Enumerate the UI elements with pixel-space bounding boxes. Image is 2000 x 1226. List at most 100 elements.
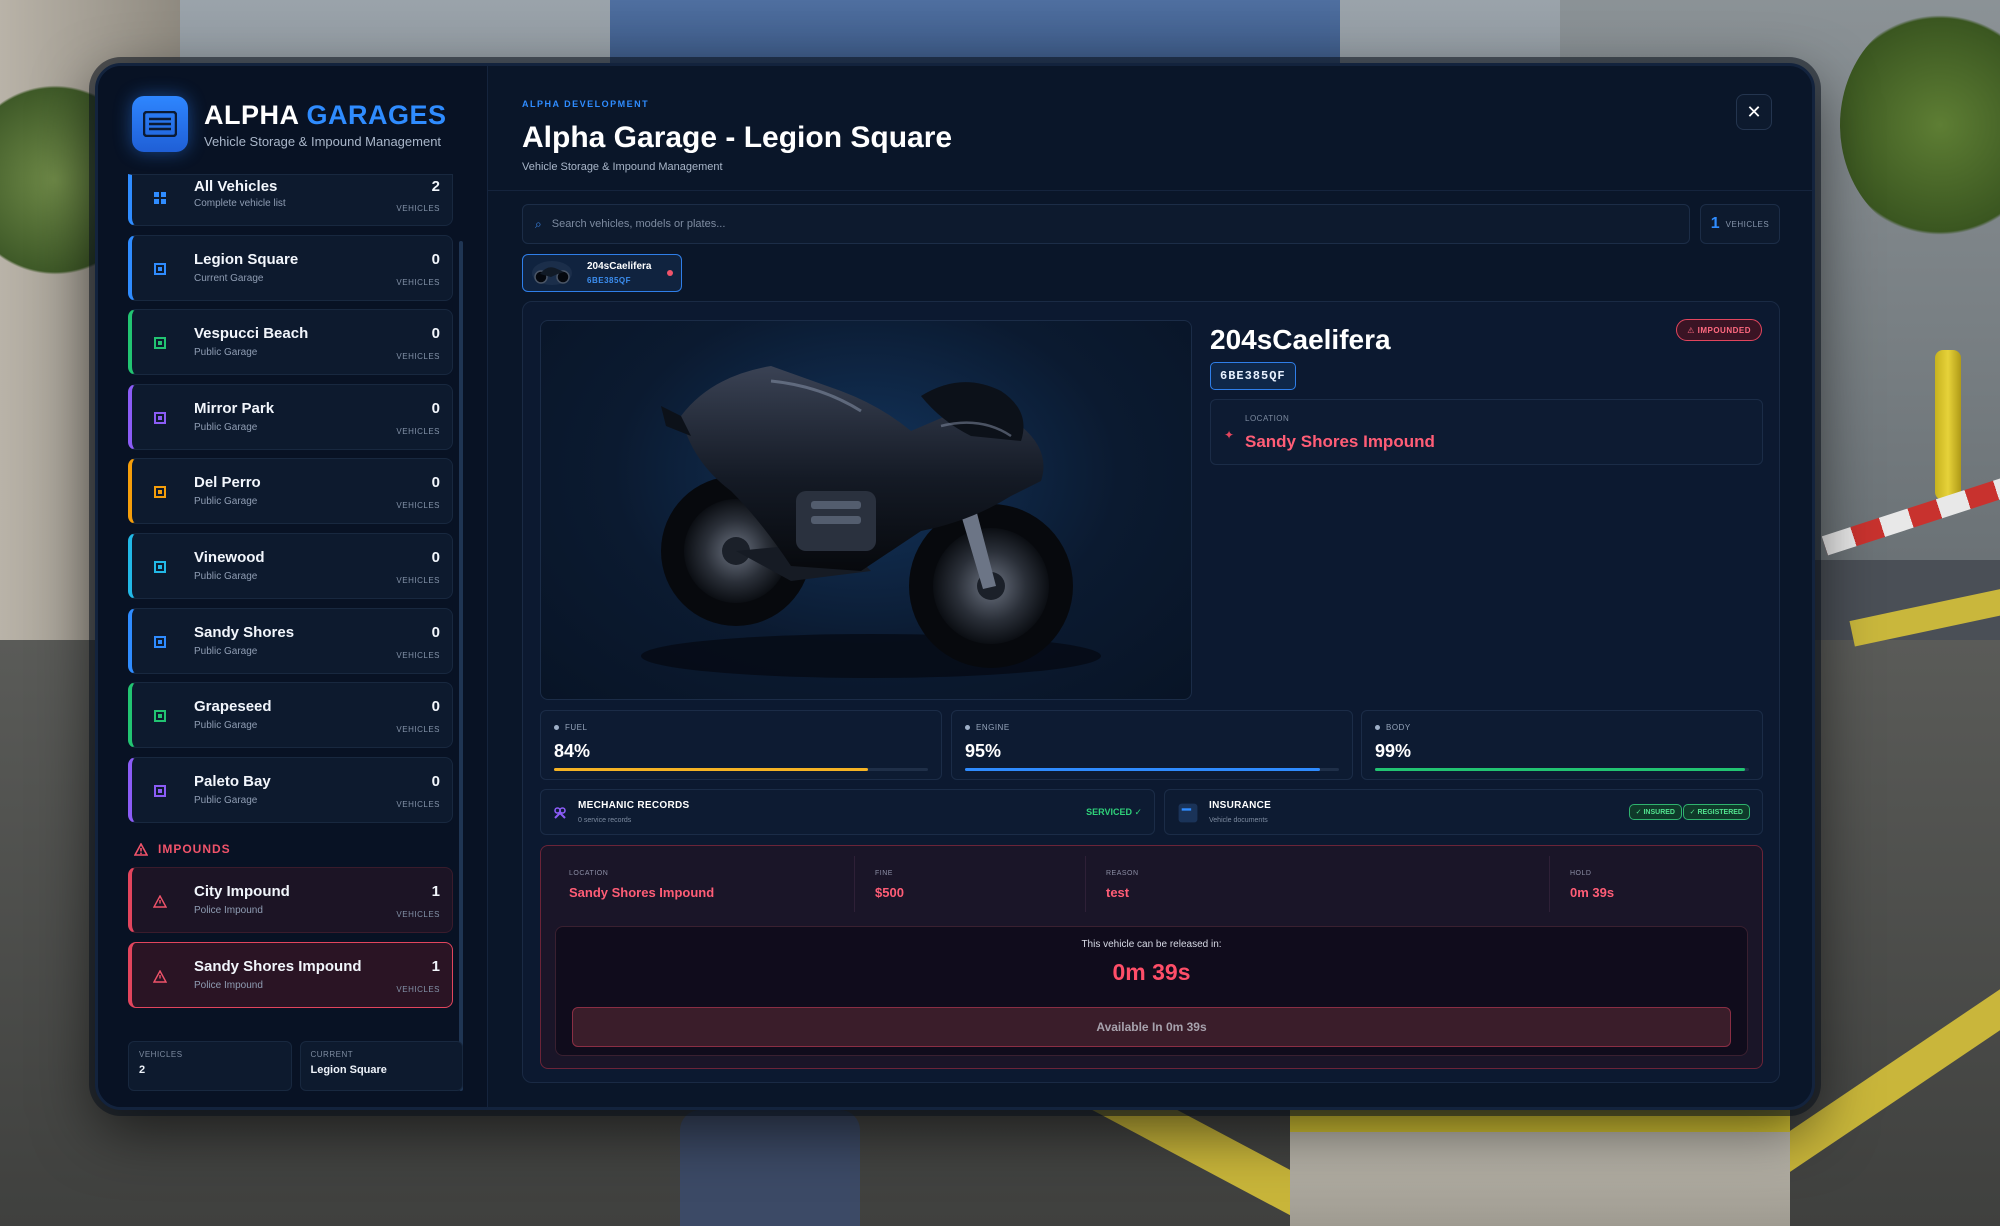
- sidebar-item-vespucci-beach[interactable]: Vespucci Beach Public Garage 0 VEHICLES: [128, 309, 453, 376]
- footer-vehicles-box: VEHICLES 2: [128, 1041, 292, 1091]
- main-content: ALPHA DEVELOPMENT Alpha Garage - Legion …: [488, 66, 1812, 1107]
- sidebar-scrollbar[interactable]: [459, 241, 463, 1091]
- garage-name: Del Perro: [194, 474, 261, 492]
- impounds-heading: IMPOUNDS: [128, 831, 453, 867]
- search-bar: ⌕: [522, 204, 1690, 244]
- sidebar-item-mirror-park[interactable]: Mirror Park Public Garage 0 VEHICLES: [128, 383, 453, 450]
- vehicle-count-box: 1 VEHICLES: [1700, 204, 1780, 244]
- body-icon: [1375, 725, 1380, 731]
- garage-subtitle: Public Garage: [194, 347, 258, 359]
- impound-info-panel: LOCATION Sandy Shores Impound FINE $500 …: [540, 845, 1763, 1069]
- impound-hold: HOLD 0m 39s: [1549, 856, 1759, 912]
- release-vehicle-button[interactable]: Available In 0m 39s: [572, 1007, 1731, 1047]
- garage-count: 0: [431, 623, 440, 641]
- garage-count-unit: VEHICLES: [396, 352, 440, 362]
- fuel-label-text: FUEL: [565, 723, 588, 732]
- close-button[interactable]: ✕: [1736, 94, 1772, 130]
- impound-location-label: LOCATION: [569, 870, 609, 877]
- sidebar-item-all-vehicles[interactable]: All Vehicles Complete vehicle list 2 VEH…: [128, 174, 453, 226]
- body-label: BODY: [1375, 723, 1411, 732]
- impound-reason-value: test: [1106, 885, 1130, 900]
- garage-list: All Vehicles Complete vehicle list 2 VEH…: [128, 174, 453, 1017]
- engine-bar: [965, 768, 1339, 771]
- garage-subtitle: Public Garage: [194, 570, 258, 582]
- garage-count-unit: VEHICLES: [396, 725, 440, 735]
- header-kicker: ALPHA DEVELOPMENT: [522, 99, 650, 109]
- body-bar: [1375, 768, 1749, 771]
- engine-icon: [965, 725, 970, 731]
- garage-count: 0: [431, 772, 440, 790]
- garage-count-unit: VEHICLES: [396, 277, 440, 287]
- garage-name: Mirror Park: [194, 399, 275, 417]
- insurance-title: INSURANCE: [1209, 800, 1272, 811]
- insurance-card[interactable]: INSURANCE Vehicle documents ✓ INSURED ✓ …: [1164, 789, 1763, 835]
- impound-status-dot: [667, 270, 673, 276]
- sidebar-item-legion-square[interactable]: Legion Square Current Garage 0 VEHICLES: [128, 234, 453, 301]
- mechanic-records-title: MECHANIC RECORDS: [578, 800, 690, 811]
- sidebar-item-sandy-shores-impound[interactable]: Sandy Shores Impound Police Impound 1 VE…: [128, 941, 453, 1008]
- engine-bar-fill: [965, 768, 1321, 771]
- page-subtitle: Vehicle Storage & Impound Management: [522, 161, 723, 173]
- engine-label-text: ENGINE: [976, 723, 1010, 732]
- garage-panel: ALPHA GARAGES Vehicle Storage & Impound …: [95, 63, 1815, 1110]
- garage-count: 0: [431, 474, 440, 492]
- warning-icon: [153, 895, 167, 909]
- motorcycle-image: [641, 366, 1101, 678]
- search-input[interactable]: [551, 218, 1652, 230]
- footer-vehicles-value: 2: [139, 1064, 146, 1076]
- body-stat: BODY 99%: [1361, 710, 1763, 780]
- garage-subtitle: Complete vehicle list: [194, 198, 286, 209]
- vehicle-tab[interactable]: 204sCaelifera 6BE385QF: [522, 254, 682, 292]
- footer-current-value: Legion Square: [310, 1064, 387, 1076]
- fuel-bar: [554, 768, 928, 771]
- background-banner: [610, 0, 1340, 70]
- impound-hold-value: 0m 39s: [1570, 885, 1615, 900]
- garage-subtitle: Public Garage: [194, 496, 258, 508]
- garage-count-unit: VEHICLES: [396, 501, 440, 511]
- garage-subtitle: Public Garage: [194, 421, 258, 433]
- brand-subtitle: Vehicle Storage & Impound Management: [204, 133, 442, 149]
- release-text: This vehicle can be released in:: [1081, 939, 1222, 950]
- impound-reason-label: REASON: [1106, 870, 1139, 877]
- sidebar-item-del-perro[interactable]: Del Perro Public Garage 0 VEHICLES: [128, 458, 453, 525]
- garage-count-unit: VEHICLES: [396, 650, 440, 660]
- garage-name: All Vehicles: [194, 178, 278, 195]
- sidebar-footer: VEHICLES 2 CURRENT Legion Square: [128, 1041, 463, 1091]
- impounds-heading-label: IMPOUNDS: [158, 842, 231, 857]
- vehicle-location-box: ✦ LOCATION Sandy Shores Impound: [1210, 399, 1763, 465]
- sidebar-item-sandy-shores[interactable]: Sandy Shores Public Garage 0 VEHICLES: [128, 607, 453, 674]
- vehicle-name: 204sCaelifera: [1210, 324, 1391, 355]
- registered-tag: ✓ REGISTERED: [1682, 804, 1750, 820]
- vehicle-location-value: Sandy Shores Impound: [1245, 432, 1435, 451]
- engine-label: ENGINE: [965, 723, 1010, 732]
- mechanic-records-card[interactable]: MECHANIC RECORDS 0 service records SERVI…: [540, 789, 1155, 835]
- garage-count: 1: [431, 957, 440, 975]
- garage-subtitle: Public Garage: [194, 720, 258, 732]
- sidebar-item-grapeseed[interactable]: Grapeseed Public Garage 0 VEHICLES: [128, 682, 453, 749]
- fuel-icon: [554, 725, 559, 731]
- vehicle-tab-name: 204sCaelifera: [587, 261, 652, 272]
- garage-name: City Impound: [194, 883, 290, 901]
- garage-name: Legion Square: [194, 250, 299, 268]
- warning-icon: [134, 842, 148, 856]
- background-pillar: [1290, 1110, 1790, 1226]
- fuel-value: 84%: [554, 741, 591, 761]
- engine-value: 95%: [965, 741, 1002, 761]
- sidebar-item-city-impound[interactable]: City Impound Police Impound 1 VEHICLES: [128, 867, 453, 934]
- background-road-stripe: [1849, 579, 2000, 647]
- sidebar-item-vinewood[interactable]: Vinewood Public Garage 0 VEHICLES: [128, 532, 453, 599]
- garage-count-unit: VEHICLES: [396, 575, 440, 585]
- vehicle-plate: 6BE385QF: [1210, 362, 1296, 390]
- impound-fine-label: FINE: [875, 870, 893, 877]
- fuel-stat: FUEL 84%: [540, 710, 942, 780]
- garage-logo-icon: [132, 96, 188, 152]
- brand: ALPHA GARAGES Vehicle Storage & Impound …: [132, 96, 447, 152]
- brand-title-accent: GARAGES: [306, 99, 447, 130]
- fuel-label: FUEL: [554, 723, 587, 732]
- release-timer: 0m 39s: [1112, 959, 1191, 985]
- motorcycle-thumbnail-icon: [532, 261, 572, 285]
- impound-hold-label: HOLD: [1570, 870, 1592, 877]
- garage-count: 0: [431, 250, 440, 268]
- sidebar-item-paleto-bay[interactable]: Paleto Bay Public Garage 0 VEHICLES: [128, 756, 453, 823]
- impound-details: LOCATION Sandy Shores Impound FINE $500 …: [541, 856, 1762, 916]
